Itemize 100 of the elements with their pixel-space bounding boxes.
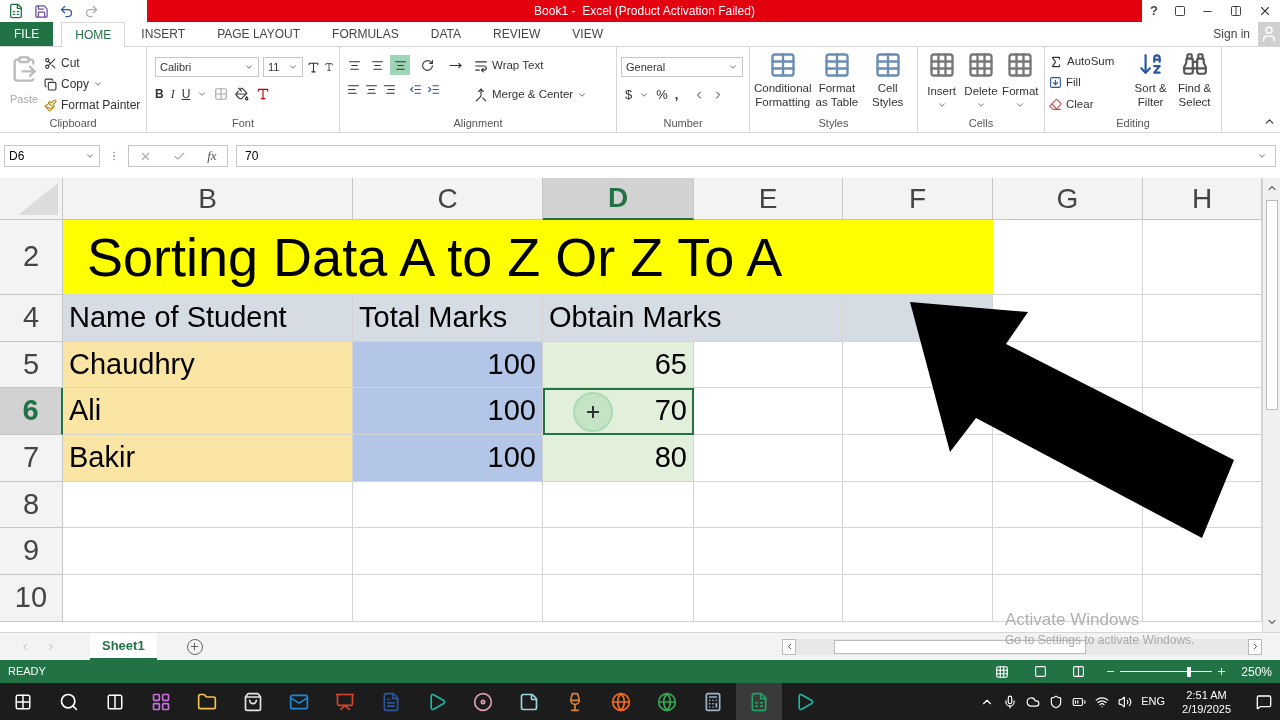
align-right-icon[interactable] (383, 83, 396, 96)
sort-filter-button[interactable]: Sort & Filter (1129, 51, 1173, 114)
cloud-icon[interactable] (1026, 694, 1041, 709)
clock-date[interactable]: 2/19/2025 (1182, 701, 1231, 716)
row-header[interactable]: 6 (0, 388, 63, 435)
align-left-icon[interactable] (347, 83, 360, 96)
underline-button[interactable]: U (181, 85, 191, 103)
align-center-icon[interactable] (365, 83, 378, 96)
cells-button[interactable]: Insert (922, 51, 962, 114)
table-cell: Obtain Marks (543, 295, 843, 342)
font-name-field[interactable]: Calibri (155, 57, 259, 77)
ribbon-tab[interactable]: INSERT (125, 22, 202, 46)
sheet-tab[interactable]: Sheet1 (90, 633, 157, 660)
row-header[interactable]: 8 (0, 482, 63, 528)
ribbon-tab[interactable]: FILE (0, 22, 54, 46)
ribbon-tab[interactable]: FORMULAS (316, 22, 415, 46)
column-header[interactable]: F (843, 178, 993, 220)
zoom-slider[interactable] (1120, 666, 1213, 677)
formula-field[interactable]: 70 (236, 145, 1276, 167)
format-painter-button[interactable]: Format Painter (44, 96, 141, 114)
align-icon (393, 58, 407, 72)
ribbon-tab[interactable]: REVIEW (477, 22, 557, 46)
cells-button[interactable]: Format (1000, 51, 1040, 114)
sort-icon (1137, 51, 1164, 77)
font-color-icon[interactable] (256, 87, 271, 101)
insert-function-button[interactable]: fx (207, 146, 217, 166)
decrease-indent-icon[interactable] (409, 83, 422, 96)
name-box[interactable]: D6 (4, 145, 100, 167)
italic-button[interactable]: I (170, 85, 175, 103)
row-header[interactable]: 2 (0, 220, 63, 295)
merge-center-button[interactable]: Merge & Center (474, 86, 588, 104)
column-header[interactable]: B (63, 178, 353, 220)
scrollbar-thumb[interactable] (1265, 200, 1278, 410)
copy-button[interactable]: Copy (44, 75, 141, 93)
row-header[interactable]: 7 (0, 435, 63, 482)
ribbon-tab[interactable]: VIEW (556, 22, 619, 46)
row-header[interactable]: 5 (0, 342, 63, 388)
group-label: Number (663, 115, 703, 131)
style-button[interactable]: Cell Styles (862, 51, 913, 114)
increase-indent-icon[interactable] (427, 83, 440, 96)
row-header[interactable]: 10 (0, 575, 63, 622)
style-button[interactable]: Conditional Formatting (754, 51, 812, 114)
currency-button[interactable]: $ (625, 85, 633, 105)
volume-icon[interactable] (1118, 694, 1133, 709)
fill-color-icon[interactable] (235, 87, 250, 101)
ribbon-tab[interactable]: DATA (414, 22, 477, 46)
ribbon-tab[interactable]: PAGE LAYOUT (201, 22, 317, 46)
table-cell: Total Marks (353, 295, 543, 342)
clock-time[interactable]: 2:51 AM (1186, 687, 1227, 702)
column-header[interactable]: D (543, 178, 694, 220)
cut-button[interactable]: Cut (44, 54, 141, 72)
notification-icon[interactable] (1256, 693, 1272, 710)
table-cell: Chaudhry (63, 342, 353, 388)
number-format-field[interactable]: General (621, 57, 743, 77)
orientation-icon[interactable] (421, 58, 434, 72)
font-size-field[interactable]: 11 (263, 57, 303, 77)
table-icon (822, 51, 851, 79)
comma-button[interactable]: , (674, 85, 679, 105)
column-header[interactable]: E (694, 178, 843, 220)
wifi-icon[interactable] (1095, 694, 1110, 709)
align-icon (370, 58, 384, 72)
find-select-button[interactable]: Find & Select (1172, 51, 1217, 114)
group-label: Styles (818, 115, 849, 131)
percent-button[interactable]: % (656, 85, 668, 105)
table-cell: 100 (353, 388, 543, 435)
shrink-font-icon[interactable] (324, 62, 334, 72)
row-header[interactable]: 9 (0, 528, 63, 575)
spreadsheet-app-icon[interactable] (736, 683, 782, 720)
save-icon[interactable] (34, 3, 49, 19)
sign-in-link[interactable]: Sign in (1205, 22, 1258, 46)
sigma-icon (1049, 54, 1063, 69)
column-header[interactable]: H (1143, 178, 1262, 220)
help-button[interactable]: ? (1150, 1, 1158, 21)
microphone-icon[interactable] (1003, 694, 1018, 709)
ribbon-display-icon[interactable] (1173, 5, 1186, 17)
column-header[interactable]: C (353, 178, 543, 220)
vertical-align-button[interactable] (390, 55, 410, 75)
language-indicator[interactable]: ENG (1141, 693, 1166, 710)
shield-icon[interactable] (1049, 694, 1064, 709)
group-label: Editing (1116, 115, 1150, 131)
activation-message: Go to Settings to activate Windows. (1005, 632, 1195, 649)
zoom-in-icon[interactable] (1216, 666, 1228, 677)
row-header[interactable]: 4 (0, 295, 63, 342)
style-button[interactable]: Format as Table (811, 51, 863, 114)
scissors-icon (44, 56, 57, 70)
merge-icon (474, 87, 488, 102)
restore-icon[interactable] (1230, 5, 1243, 17)
clear-button[interactable]: Clear (1049, 95, 1130, 113)
cells-button[interactable]: Delete (961, 51, 1001, 114)
wrap-text-button[interactable]: Wrap Text (474, 57, 588, 75)
spreadsheet-app-icon[interactable] (8, 3, 24, 19)
grow-font-icon[interactable] (307, 60, 320, 74)
zoom-level[interactable]: 250% (1241, 662, 1272, 681)
fill-button[interactable]: Fill (1049, 74, 1130, 92)
bold-button[interactable]: B (155, 85, 164, 103)
column-header[interactable]: G (993, 178, 1143, 220)
autosum-button[interactable]: AutoSum (1049, 53, 1130, 71)
ribbon-tab[interactable]: HOME (61, 22, 126, 47)
undo-icon[interactable] (59, 3, 74, 19)
eraser-icon (1049, 97, 1062, 111)
